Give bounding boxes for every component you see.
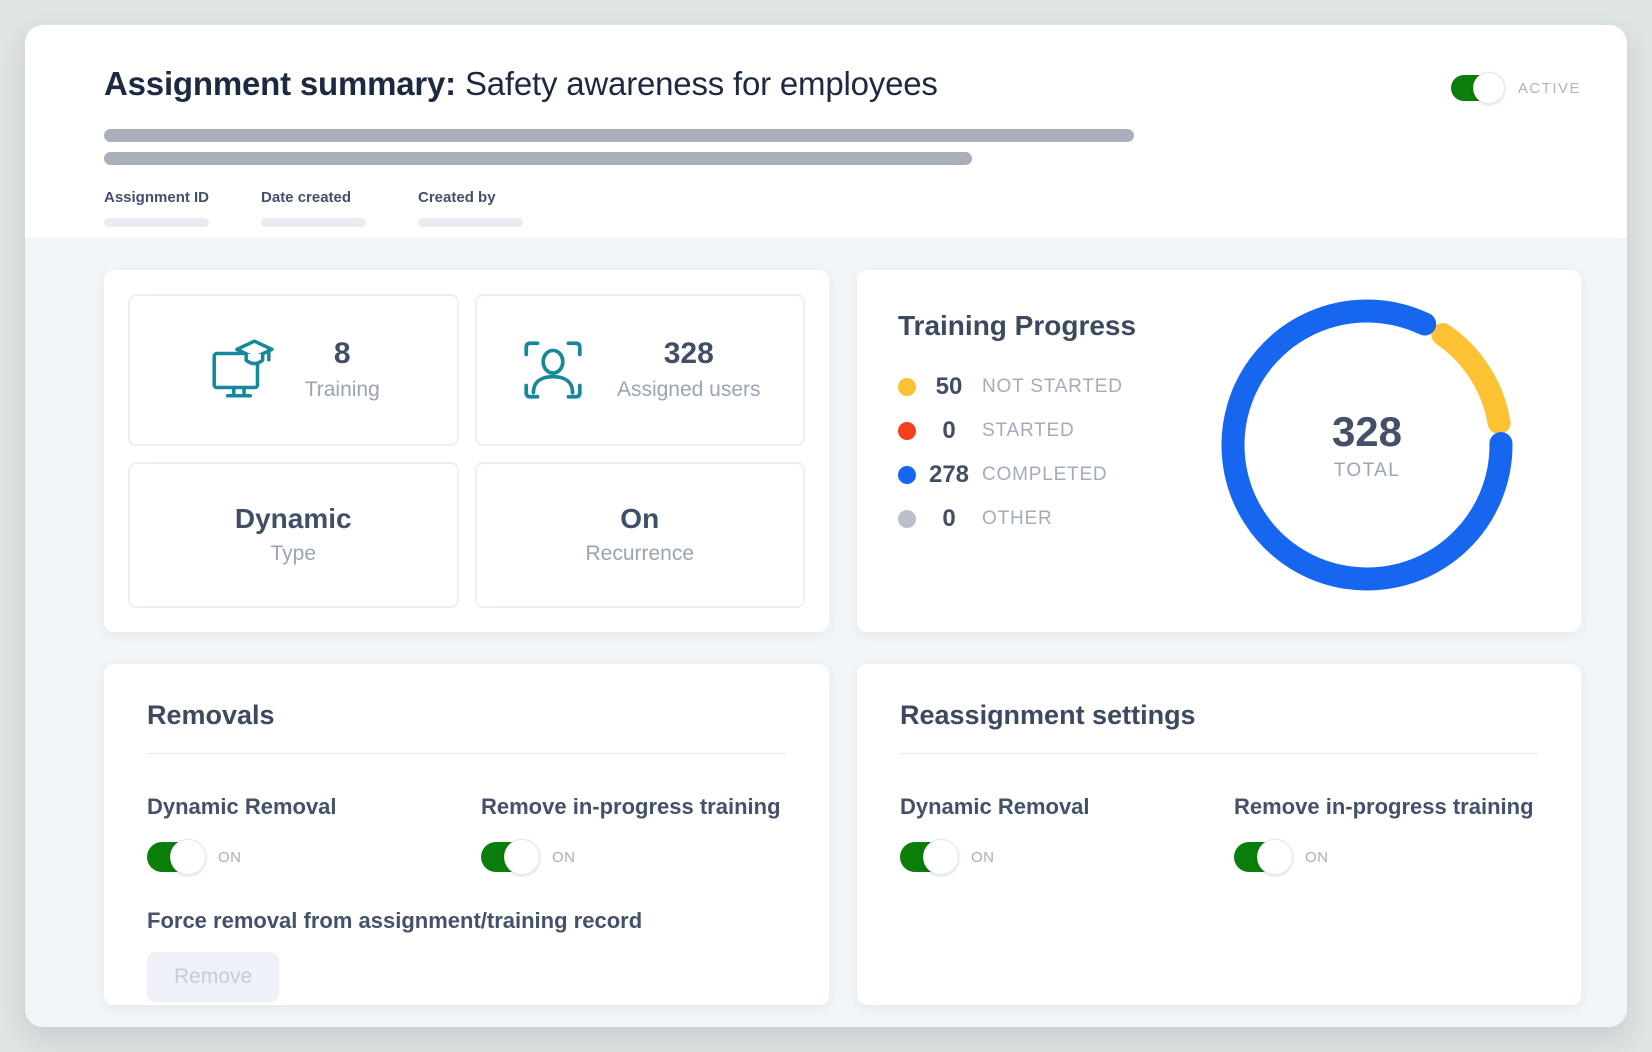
removals-title: Removals <box>147 664 786 731</box>
meta-value-placeholder <box>418 218 523 227</box>
meta-created-by: Created by <box>418 189 523 227</box>
toggle-state-label: ON <box>1305 849 1329 866</box>
legend-count: 0 <box>916 505 982 533</box>
toggle-knob <box>170 839 206 875</box>
legend-dot <box>898 510 916 528</box>
toggle-knob <box>1257 839 1293 875</box>
reassignment-remove-in-progress-toggle[interactable] <box>1234 842 1289 872</box>
page-background: Assignment summary: Safety awareness for… <box>0 0 1652 1052</box>
training-icon <box>207 336 275 404</box>
dynamic-removal-field: Dynamic Removal ON <box>147 794 481 872</box>
meta-label: Assignment ID <box>104 189 209 206</box>
remove-in-progress-field: Remove in-progress training ON <box>481 794 786 872</box>
toggle-state-label: ON <box>552 849 576 866</box>
stat-tile-type: Dynamic Type <box>128 462 459 609</box>
training-progress-title: Training Progress <box>898 310 1136 342</box>
donut-chart <box>1217 295 1517 595</box>
legend-label: COMPLETED <box>982 464 1107 486</box>
page-title-rest: Safety awareness for employees <box>465 65 938 102</box>
panel-body: 8 Training 328 Assigned <box>25 238 1627 1027</box>
stat-value: 328 <box>617 337 761 371</box>
legend-row-not-started: 50 NOT STARTED <box>898 372 1123 401</box>
meta-value-placeholder <box>104 218 209 227</box>
stat-value: Dynamic <box>235 503 352 535</box>
meta-date-created: Date created <box>261 189 366 227</box>
stat-text: Dynamic Type <box>235 503 352 566</box>
assignment-stats-card: 8 Training 328 Assigned <box>104 270 829 632</box>
stat-tile-training: 8 Training <box>128 294 459 446</box>
toggle-row: ON <box>1234 842 1538 872</box>
panel-header: Assignment summary: Safety awareness for… <box>25 25 1627 238</box>
divider <box>900 753 1538 754</box>
assignment-summary-panel: Assignment summary: Safety awareness for… <box>25 25 1627 1027</box>
stat-value: On <box>585 503 694 535</box>
legend-dot <box>898 422 916 440</box>
legend-label: OTHER <box>982 508 1053 530</box>
remove-button[interactable]: Remove <box>147 952 279 1002</box>
legend-dot <box>898 378 916 396</box>
toggle-knob <box>923 839 959 875</box>
stat-value: 8 <box>305 337 380 371</box>
assigned-users-icon <box>519 336 587 404</box>
toggle-knob <box>504 839 540 875</box>
training-progress-donut: 328 TOTAL <box>1217 295 1517 595</box>
stat-label: Type <box>235 542 352 566</box>
donut-segment <box>1443 335 1499 423</box>
toggle-field-label: Dynamic Removal <box>147 794 481 820</box>
active-toggle-label: ACTIVE <box>1518 80 1581 97</box>
training-progress-card: Training Progress 50 NOT STARTED 0 START… <box>857 270 1581 632</box>
removals-card: Removals Dynamic Removal ON Remove in <box>104 664 829 1005</box>
toggle-row: ON <box>481 842 786 872</box>
skeleton-bar <box>104 152 972 165</box>
dynamic-removal-toggle[interactable] <box>147 842 202 872</box>
header-row: Assignment summary: Safety awareness for… <box>104 25 1581 103</box>
legend-row-started: 0 STARTED <box>898 416 1123 445</box>
remove-in-progress-field: Remove in-progress training ON <box>1234 794 1538 872</box>
toggle-state-label: ON <box>971 849 995 866</box>
toggle-row: ON <box>147 842 481 872</box>
active-toggle-knob <box>1473 72 1505 104</box>
legend-count: 278 <box>916 461 982 489</box>
stat-text: On Recurrence <box>585 503 694 566</box>
legend-label: STARTED <box>982 420 1075 442</box>
stat-text: 8 Training <box>305 337 380 402</box>
meta-label: Date created <box>261 189 366 206</box>
active-toggle-group: ACTIVE <box>1451 75 1581 101</box>
reassignment-dynamic-removal-toggle[interactable] <box>900 842 955 872</box>
force-removal-label: Force removal from assignment/training r… <box>147 908 786 934</box>
reassignment-settings-card: Reassignment settings Dynamic Removal ON <box>857 664 1581 1005</box>
reassignment-toggle-grid: Dynamic Removal ON Remove in-progress tr… <box>900 794 1538 872</box>
legend-count: 0 <box>916 417 982 445</box>
toggle-state-label: ON <box>218 849 242 866</box>
stat-label: Recurrence <box>585 542 694 566</box>
legend-count: 50 <box>916 373 982 401</box>
toggle-field-label: Remove in-progress training <box>481 794 786 820</box>
meta-row: Assignment ID Date created Created by <box>104 189 1581 227</box>
remove-in-progress-toggle[interactable] <box>481 842 536 872</box>
toggle-row: ON <box>900 842 1234 872</box>
divider <box>147 753 786 754</box>
toggle-field-label: Remove in-progress training <box>1234 794 1538 820</box>
legend-dot <box>898 466 916 484</box>
removals-toggle-grid: Dynamic Removal ON Remove in-progress tr… <box>147 794 786 872</box>
page-title: Assignment summary: Safety awareness for… <box>104 25 938 103</box>
legend-row-other: 0 OTHER <box>898 504 1123 533</box>
page-title-bold: Assignment summary: <box>104 65 456 102</box>
stat-label: Training <box>305 378 380 402</box>
meta-label: Created by <box>418 189 523 206</box>
stat-text: 328 Assigned users <box>617 337 761 402</box>
stat-tile-assigned-users: 328 Assigned users <box>475 294 806 446</box>
reassignment-title: Reassignment settings <box>900 664 1538 731</box>
legend-row-completed: 278 COMPLETED <box>898 460 1123 489</box>
dynamic-removal-field: Dynamic Removal ON <box>900 794 1234 872</box>
meta-assignment-id: Assignment ID <box>104 189 209 227</box>
skeleton-bar <box>104 129 1134 142</box>
training-progress-legend: 50 NOT STARTED 0 STARTED 278 COMPLETED <box>898 372 1123 548</box>
stat-label: Assigned users <box>617 378 761 402</box>
active-toggle[interactable] <box>1451 75 1503 101</box>
toggle-field-label: Dynamic Removal <box>900 794 1234 820</box>
meta-value-placeholder <box>261 218 366 227</box>
stat-tile-recurrence: On Recurrence <box>475 462 806 609</box>
legend-label: NOT STARTED <box>982 376 1123 398</box>
